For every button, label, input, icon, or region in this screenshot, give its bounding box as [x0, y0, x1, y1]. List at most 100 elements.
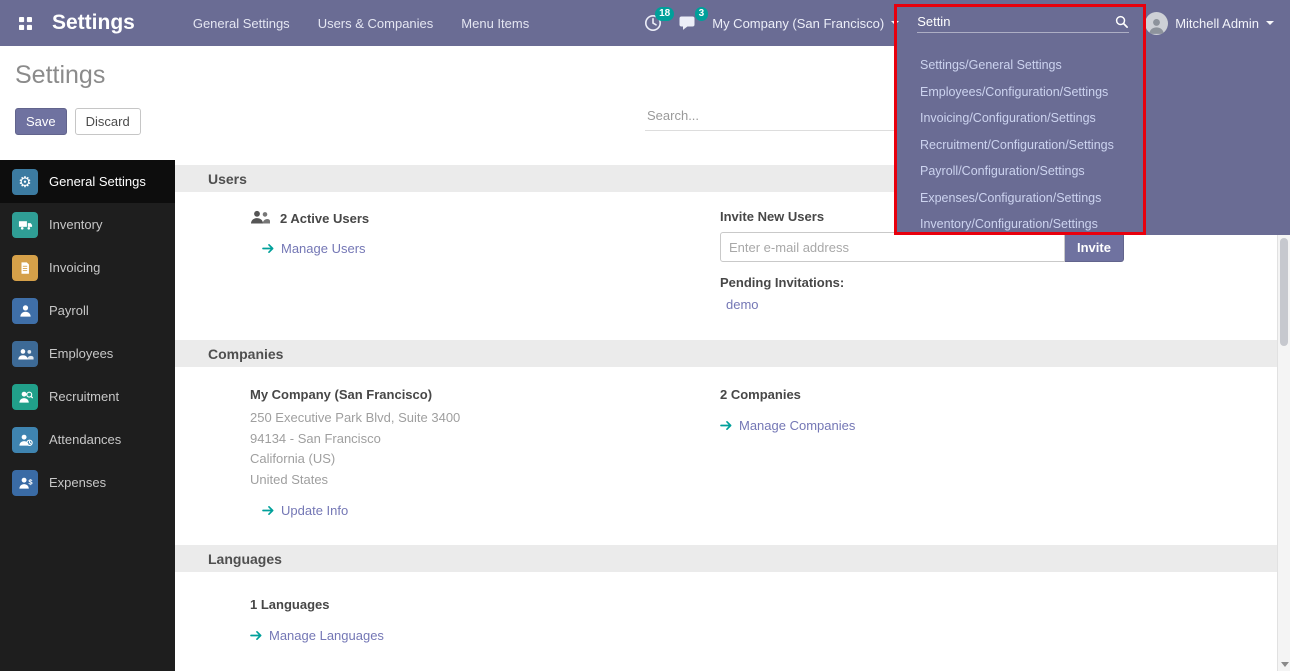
- save-button[interactable]: Save: [15, 108, 67, 135]
- page-title: Settings: [15, 61, 105, 90]
- activities-icon[interactable]: 18: [644, 14, 662, 32]
- app-menu-bar: General Settings Users & Companies Menu …: [191, 12, 531, 35]
- search-result-item[interactable]: Invoicing/Configuration/Settings: [920, 105, 1290, 132]
- action-buttons: Save Discard: [15, 108, 141, 135]
- recruitment-icon: [12, 384, 38, 410]
- address-line: 250 Executive Park Blvd, Suite 3400: [250, 408, 720, 429]
- arrow-right-icon: [262, 243, 275, 254]
- section-heading-label: Companies: [208, 346, 283, 362]
- menu-menu-items[interactable]: Menu Items: [459, 12, 531, 35]
- caret-down-icon: [1266, 21, 1274, 25]
- activities-badge: 18: [655, 7, 674, 21]
- chat-bubble-glyph: [678, 14, 696, 32]
- invite-button[interactable]: Invite: [1065, 232, 1124, 262]
- user-menu[interactable]: Mitchell Admin: [1145, 12, 1274, 35]
- manage-languages-label: Manage Languages: [269, 628, 384, 643]
- search-result-item[interactable]: Expenses/Configuration/Settings: [920, 185, 1290, 212]
- scrollbar-thumb[interactable]: [1280, 238, 1288, 346]
- pending-user-link[interactable]: demo: [726, 297, 759, 312]
- top-navbar: Settings General Settings Users & Compan…: [0, 0, 1290, 46]
- users-group-icon: [250, 209, 270, 228]
- sidebar-item-label: Inventory: [49, 217, 102, 232]
- companies-section: My Company (San Francisco) 250 Executive…: [175, 367, 1277, 545]
- pending-invitations-label: Pending Invitations:: [720, 275, 1247, 290]
- apps-grid-glyph: [19, 17, 32, 30]
- company-address: 250 Executive Park Blvd, Suite 3400 9413…: [250, 408, 720, 490]
- sidebar-item-expenses[interactable]: $ Expenses: [0, 461, 175, 504]
- messages-badge: 3: [695, 7, 709, 21]
- sidebar-item-attendances[interactable]: Attendances: [0, 418, 175, 461]
- menu-general-settings[interactable]: General Settings: [191, 12, 292, 35]
- company-switcher[interactable]: My Company (San Francisco): [712, 16, 899, 31]
- app-brand-title: Settings: [52, 11, 135, 35]
- sidebar-item-label: Expenses: [49, 475, 106, 490]
- sidebar-item-label: Recruitment: [49, 389, 119, 404]
- odoo-settings-screen: Settings General Settings Users & Compan…: [0, 0, 1290, 671]
- section-heading-languages: Languages: [175, 545, 1277, 572]
- invite-input-group: Invite: [720, 232, 1247, 262]
- sidebar-item-payroll[interactable]: Payroll: [0, 289, 175, 332]
- manage-companies-label: Manage Companies: [739, 418, 855, 433]
- languages-section: 1 Languages Manage Languages: [175, 572, 1277, 656]
- sidebar-item-label: Payroll: [49, 303, 89, 318]
- settings-sidebar: ⚙ General Settings Inventory Invoicing P…: [0, 160, 175, 671]
- sidebar-item-general-settings[interactable]: ⚙ General Settings: [0, 160, 175, 203]
- manage-users-link[interactable]: Manage Users: [262, 241, 366, 256]
- avatar-person-glyph: [1147, 16, 1166, 35]
- apps-grid-icon[interactable]: [12, 10, 38, 36]
- messages-icon[interactable]: 3: [678, 14, 696, 32]
- sidebar-item-label: Employees: [49, 346, 113, 361]
- address-line: 94134 - San Francisco: [250, 429, 720, 450]
- section-heading-companies: Companies: [175, 340, 1277, 367]
- manage-languages-link[interactable]: Manage Languages: [250, 628, 384, 643]
- address-line: United States: [250, 470, 720, 491]
- payroll-icon: [12, 298, 38, 324]
- update-info-label: Update Info: [281, 503, 348, 518]
- search-icon[interactable]: [1114, 14, 1129, 29]
- employees-icon: [12, 341, 38, 367]
- attendances-icon: [12, 427, 38, 453]
- menu-users-companies[interactable]: Users & Companies: [316, 12, 436, 35]
- invoicing-icon: [12, 255, 38, 281]
- avatar: [1145, 12, 1168, 35]
- arrow-right-icon: [720, 420, 733, 431]
- company-name: My Company (San Francisco): [250, 387, 720, 402]
- sidebar-item-inventory[interactable]: Inventory: [0, 203, 175, 246]
- arrow-right-icon: [250, 630, 263, 641]
- search-result-item[interactable]: Recruitment/Configuration/Settings: [920, 132, 1290, 159]
- menu-search-box: [917, 14, 1129, 33]
- arrow-right-icon: [262, 505, 275, 516]
- section-heading-label: Languages: [208, 551, 282, 567]
- menu-search-input[interactable]: [917, 14, 1114, 29]
- sidebar-item-invoicing[interactable]: Invoicing: [0, 246, 175, 289]
- languages-count: 1 Languages: [250, 597, 720, 612]
- discard-button[interactable]: Discard: [75, 108, 141, 135]
- sidebar-item-employees[interactable]: Employees: [0, 332, 175, 375]
- sidebar-item-recruitment[interactable]: Recruitment: [0, 375, 175, 418]
- section-heading-label: Users: [208, 171, 247, 187]
- invite-email-input[interactable]: [720, 232, 1065, 262]
- manage-users-label: Manage Users: [281, 241, 366, 256]
- expenses-icon: $: [12, 470, 38, 496]
- caret-down-icon: [891, 21, 899, 25]
- active-users-count: 2 Active Users: [280, 211, 369, 226]
- svg-text:$: $: [28, 477, 33, 486]
- general-settings-icon: ⚙: [12, 169, 38, 195]
- update-info-link[interactable]: Update Info: [262, 503, 348, 518]
- user-name: Mitchell Admin: [1175, 16, 1259, 31]
- settings-content: Users 2 Active Users Manage Users: [175, 160, 1277, 671]
- companies-count: 2 Companies: [720, 387, 1247, 402]
- manage-companies-link[interactable]: Manage Companies: [720, 418, 855, 433]
- address-line: California (US): [250, 449, 720, 470]
- inventory-icon: [12, 212, 38, 238]
- scroll-down-arrow-icon[interactable]: [1281, 662, 1289, 667]
- search-result-item[interactable]: Inventory/Configuration/Settings: [920, 211, 1290, 235]
- search-result-item[interactable]: Employees/Configuration/Settings: [920, 79, 1290, 106]
- systray: 18 3 My Company (San Francisco) Mitchell…: [644, 12, 1280, 35]
- sidebar-item-label: General Settings: [49, 174, 146, 189]
- search-result-item[interactable]: Payroll/Configuration/Settings: [920, 158, 1290, 185]
- menu-search-dropdown: Settings/General Settings Employees/Conf…: [895, 46, 1290, 235]
- sidebar-item-label: Attendances: [49, 432, 121, 447]
- search-result-item[interactable]: Settings/General Settings: [920, 52, 1290, 79]
- sidebar-item-label: Invoicing: [49, 260, 100, 275]
